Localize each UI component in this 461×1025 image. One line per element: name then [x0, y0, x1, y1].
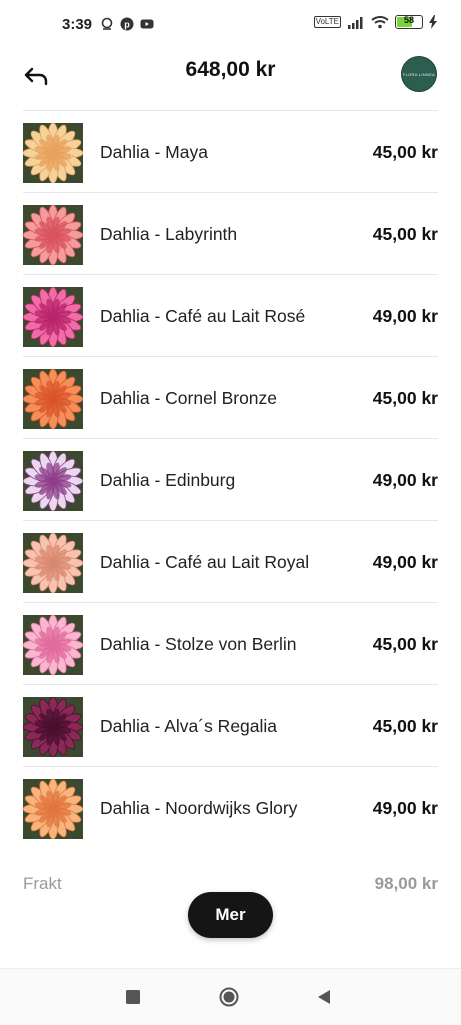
order-item-row[interactable]: Dahlia - Café au Lait Royal 49,00 kr: [23, 520, 438, 602]
system-nav-bar: [0, 968, 461, 1025]
item-name: Dahlia - Noordwijks Glory: [100, 798, 298, 818]
battery-icon: 58: [395, 15, 423, 29]
item-price: 45,00 kr: [372, 224, 438, 244]
youtube-icon: [140, 19, 154, 29]
order-item-row[interactable]: Dahlia - Maya 45,00 kr: [23, 110, 438, 192]
order-header: 648,00 kr FLORA LINNEA: [0, 48, 461, 110]
order-total: 648,00 kr: [185, 58, 276, 81]
order-item-list: Dahlia - Maya 45,00 kr Dahlia - Labyrinth 4…: [23, 110, 438, 848]
more-button[interactable]: Mer: [188, 892, 273, 938]
item-price: 45,00 kr: [372, 388, 438, 408]
store-logo[interactable]: FLORA LINNEA: [401, 56, 437, 92]
location-icon: [101, 17, 113, 30]
flower-thumbnail: [23, 451, 83, 511]
svg-text:p: p: [124, 20, 130, 30]
item-price: 49,00 kr: [372, 306, 438, 326]
volte-icon: VoLTE: [313, 16, 341, 28]
status-time: 3:39: [62, 16, 93, 33]
order-item-row[interactable]: Dahlia - Cornel Bronze 45,00 kr: [23, 356, 438, 438]
flower-thumbnail: [23, 123, 83, 183]
wifi-icon: [371, 16, 389, 29]
signal-icon: [348, 16, 363, 29]
item-name: Dahlia - Cornel Bronze: [100, 388, 278, 408]
flower-thumbnail: [23, 287, 83, 347]
item-price: 49,00 kr: [372, 798, 438, 818]
status-bar: 3:39 p VoLTE 58: [0, 0, 461, 48]
status-left-icons: p: [100, 17, 154, 31]
item-name: Dahlia - Edinburg: [100, 470, 236, 490]
item-name: Dahlia - Café au Lait Royal: [100, 552, 310, 572]
flower-thumbnail: [23, 205, 83, 265]
flower-thumbnail: [23, 369, 83, 429]
back-triangle-icon[interactable]: [314, 987, 334, 1007]
item-name: Dahlia - Café au Lait Rosé: [100, 306, 306, 326]
item-price: 49,00 kr: [372, 470, 438, 490]
pinterest-icon: p: [120, 17, 134, 31]
recents-square-icon[interactable]: [123, 987, 143, 1007]
item-price: 45,00 kr: [372, 634, 438, 654]
order-item-row[interactable]: Dahlia - Labyrinth 45,00 kr: [23, 192, 438, 274]
shipping-label: Frakt: [23, 874, 62, 893]
order-item-row[interactable]: Dahlia - Stolze von Berlin 45,00 kr: [23, 602, 438, 684]
order-item-row[interactable]: Dahlia - Alva´s Regalia 45,00 kr: [23, 684, 438, 766]
home-circle-icon[interactable]: [219, 987, 239, 1007]
item-price: 45,00 kr: [372, 142, 438, 162]
item-price: 45,00 kr: [372, 716, 438, 736]
status-right-icons: VoLTE 58: [313, 15, 437, 29]
item-name: Dahlia - Stolze von Berlin: [100, 634, 297, 654]
item-name: Dahlia - Labyrinth: [100, 224, 238, 244]
flower-thumbnail: [23, 697, 83, 757]
item-name: Dahlia - Alva´s Regalia: [100, 716, 278, 736]
order-item-row[interactable]: Dahlia - Café au Lait Rosé 49,00 kr: [23, 274, 438, 356]
flower-thumbnail: [23, 615, 83, 675]
charging-icon: [429, 15, 437, 29]
order-item-row[interactable]: Dahlia - Edinburg 49,00 kr: [23, 438, 438, 520]
battery-level: 58: [403, 15, 414, 25]
shipping-value: 98,00 kr: [374, 874, 438, 893]
item-name: Dahlia - Maya: [100, 142, 208, 162]
flower-thumbnail: [23, 533, 83, 593]
order-item-row[interactable]: Dahlia - Noordwijks Glory 49,00 kr: [23, 766, 438, 848]
item-price: 49,00 kr: [372, 552, 438, 572]
store-logo-text: FLORA LINNEA: [402, 71, 436, 77]
flower-thumbnail: [23, 779, 83, 839]
